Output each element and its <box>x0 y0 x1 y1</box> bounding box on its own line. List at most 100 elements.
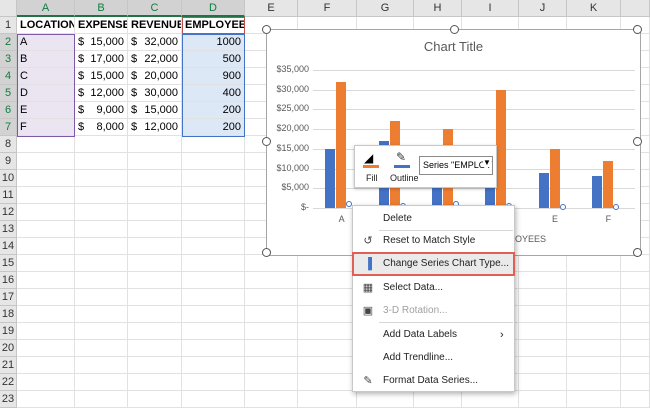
grid-cell[interactable] <box>567 357 621 374</box>
chart-resize-handle[interactable] <box>633 248 642 257</box>
grid-cell[interactable] <box>519 357 567 374</box>
grid-cell[interactable] <box>17 357 75 374</box>
column-header-b[interactable]: B <box>75 0 128 17</box>
employees-cell[interactable]: 900 <box>182 68 245 85</box>
grid-cell[interactable] <box>128 374 182 391</box>
chart-resize-handle[interactable] <box>262 248 271 257</box>
grid-cell[interactable] <box>128 238 182 255</box>
grid-cell[interactable] <box>245 357 298 374</box>
grid-cell[interactable] <box>245 289 298 306</box>
menu-item-add-trendline[interactable]: Add Trendline... <box>353 347 514 369</box>
grid-cell[interactable] <box>75 340 128 357</box>
grid-cell[interactable] <box>128 153 182 170</box>
row-header-3[interactable]: 3 <box>0 51 17 68</box>
grid-cell[interactable] <box>621 272 650 289</box>
chart-resize-handle[interactable] <box>633 137 642 146</box>
grid-cell[interactable] <box>245 391 298 408</box>
grid-cell[interactable] <box>182 221 245 238</box>
grid-cell[interactable] <box>519 306 567 323</box>
menu-item-3-d-rotation[interactable]: ▣ 3-D Rotation... <box>353 300 514 322</box>
row-header-14[interactable]: 14 <box>0 238 17 255</box>
employees-cell[interactable]: 200 <box>182 119 245 136</box>
chart-title[interactable]: Chart Title <box>267 39 640 54</box>
location-cell[interactable]: C <box>17 68 75 85</box>
grid-cell[interactable] <box>75 391 128 408</box>
grid-cell[interactable] <box>128 170 182 187</box>
row-header-6[interactable]: 6 <box>0 102 17 119</box>
grid-cell[interactable] <box>182 306 245 323</box>
currency-cell-revenue[interactable]: $15,000 <box>128 102 182 119</box>
selected-point-employees-f[interactable] <box>612 204 619 211</box>
grid-cell[interactable] <box>414 391 462 408</box>
grid-cell[interactable] <box>75 204 128 221</box>
grid-cell[interactable] <box>128 323 182 340</box>
grid-cell[interactable] <box>128 340 182 357</box>
grid-cell[interactable] <box>75 153 128 170</box>
column-header-c[interactable]: C <box>128 0 182 17</box>
grid-cell[interactable] <box>621 391 650 408</box>
grid-cell[interactable] <box>17 187 75 204</box>
grid-cell[interactable] <box>182 153 245 170</box>
chart-resize-handle[interactable] <box>262 25 271 34</box>
column-header-d[interactable]: D <box>182 0 245 17</box>
row-header-11[interactable]: 11 <box>0 187 17 204</box>
location-cell[interactable]: B <box>17 51 75 68</box>
bar-revenue-a[interactable] <box>336 81 347 208</box>
grid-cell[interactable] <box>519 272 567 289</box>
grid-cell[interactable] <box>298 272 357 289</box>
grid-cell[interactable] <box>128 255 182 272</box>
row-header-13[interactable]: 13 <box>0 221 17 238</box>
row-header-22[interactable]: 22 <box>0 374 17 391</box>
currency-cell-expenses[interactable]: $12,000 <box>75 85 128 102</box>
column-header-g[interactable]: G <box>357 0 414 17</box>
grid-cell[interactable] <box>75 272 128 289</box>
bar-expenses-f[interactable] <box>591 176 602 208</box>
grid-cell[interactable] <box>128 306 182 323</box>
grid-cell[interactable] <box>245 306 298 323</box>
grid-cell[interactable] <box>75 255 128 272</box>
grid-cell[interactable] <box>245 323 298 340</box>
grid-cell[interactable] <box>621 374 650 391</box>
grid-cell[interactable] <box>245 340 298 357</box>
grid-cell[interactable] <box>17 323 75 340</box>
selected-point-employees-e[interactable] <box>559 204 566 211</box>
grid-cell[interactable] <box>298 289 357 306</box>
row-header-18[interactable]: 18 <box>0 306 17 323</box>
grid-cell[interactable] <box>621 306 650 323</box>
grid-cell[interactable] <box>519 391 567 408</box>
grid-cell[interactable] <box>245 272 298 289</box>
menu-item-format-data-series[interactable]: ✎ Format Data Series... <box>353 370 514 392</box>
column-header-f[interactable]: F <box>298 0 357 17</box>
grid-cell[interactable] <box>17 340 75 357</box>
grid-cell[interactable] <box>519 374 567 391</box>
grid-cell[interactable] <box>567 306 621 323</box>
grid-cell[interactable] <box>567 340 621 357</box>
currency-cell-revenue[interactable]: $20,000 <box>128 68 182 85</box>
grid-cell[interactable] <box>128 289 182 306</box>
grid-cell[interactable] <box>621 289 650 306</box>
row-header-16[interactable]: 16 <box>0 272 17 289</box>
grid-cell[interactable] <box>75 323 128 340</box>
grid-cell[interactable] <box>75 357 128 374</box>
grid-cell[interactable] <box>182 340 245 357</box>
series-select[interactable]: Series "EMPLOYEES" <box>419 156 493 175</box>
column-header-j[interactable]: J <box>519 0 567 17</box>
bar-expenses-e[interactable] <box>538 172 549 208</box>
grid-cell[interactable] <box>128 391 182 408</box>
grid-cell[interactable] <box>182 136 245 153</box>
header-cell-location[interactable]: LOCATION <box>17 17 75 34</box>
grid-cell[interactable] <box>128 204 182 221</box>
grid-cell[interactable] <box>75 170 128 187</box>
grid-cell[interactable] <box>182 272 245 289</box>
grid-cell[interactable] <box>519 340 567 357</box>
grid-cell[interactable] <box>567 272 621 289</box>
grid-cell[interactable] <box>75 238 128 255</box>
grid-cell[interactable] <box>621 357 650 374</box>
row-header-20[interactable]: 20 <box>0 340 17 357</box>
currency-cell-revenue[interactable]: $22,000 <box>128 51 182 68</box>
menu-item-change-series-chart-type[interactable]: ▐ Change Series Chart Type... <box>352 252 515 276</box>
column-header-h[interactable]: H <box>414 0 462 17</box>
grid-cell[interactable] <box>182 323 245 340</box>
row-header-19[interactable]: 19 <box>0 323 17 340</box>
currency-cell-expenses[interactable]: $15,000 <box>75 34 128 51</box>
